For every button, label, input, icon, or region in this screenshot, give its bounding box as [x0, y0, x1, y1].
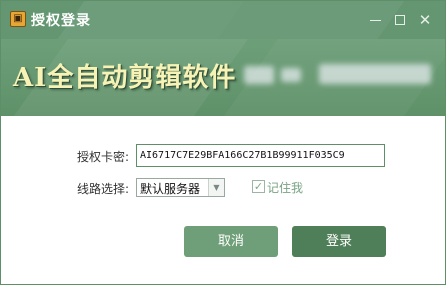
banner: AI全自动剪辑软件: [1, 39, 445, 116]
minimize-icon: [369, 20, 381, 21]
blurred-text: [244, 66, 274, 84]
maximize-icon: [395, 15, 405, 25]
login-window: ▣ 授权登录 ✕ AI全自动剪辑软件 授权卡密: AI6717C7E29BFA1…: [0, 0, 446, 285]
banner-title: AI全自动剪辑软件: [13, 63, 237, 93]
minimize-button[interactable]: [364, 9, 386, 31]
login-button[interactable]: 登录: [292, 226, 386, 257]
remember-me-label[interactable]: 记住我: [267, 179, 303, 196]
close-button[interactable]: ✕: [414, 9, 436, 31]
server-line-select[interactable]: 默认服务器 ▼: [136, 178, 225, 197]
remember-me-checkbox[interactable]: ✓: [252, 180, 265, 193]
license-key-input[interactable]: AI6717C7E29BFA166C27B1B99911F035C9: [136, 144, 385, 167]
close-icon: ✕: [418, 11, 432, 29]
key-label: 授权卡密:: [77, 150, 130, 164]
blurred-text: [319, 64, 431, 84]
cancel-button[interactable]: 取消: [184, 226, 278, 257]
server-line-value: 默认服务器: [140, 182, 201, 196]
blurred-text: [281, 68, 301, 82]
window-title: 授权登录: [31, 13, 91, 29]
chevron-down-icon[interactable]: ▼: [208, 179, 224, 196]
maximize-button[interactable]: [389, 9, 411, 31]
title-bar[interactable]: ▣ 授权登录 ✕: [1, 1, 445, 39]
app-icon: ▣: [10, 11, 26, 27]
line-label: 线路选择:: [77, 182, 130, 196]
